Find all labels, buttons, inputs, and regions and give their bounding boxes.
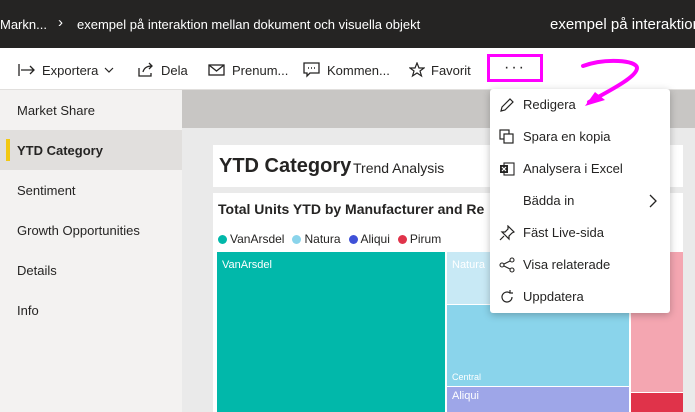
treemap-tile-aliqui[interactable]: Aliqui <box>447 387 629 412</box>
menu-item-analyze-excel[interactable]: Analysera i Excel <box>490 153 670 185</box>
legend-label: Pirum <box>409 232 442 246</box>
treemap-label: VanArsdel <box>222 259 272 271</box>
page-navigation: Market Share YTD Category Sentiment Grow… <box>0 90 182 412</box>
legend: VanArsdel Natura Aliqui Pirum <box>218 232 441 246</box>
share-button[interactable]: Dela <box>137 60 188 80</box>
share-icon <box>138 62 153 77</box>
legend-dot <box>348 234 358 244</box>
chevron-right-icon <box>649 194 657 208</box>
nav-item-label: Details <box>17 262 57 278</box>
mail-icon <box>208 64 225 76</box>
menu-item-label: Spara en kopia <box>523 129 611 144</box>
nav-item-label: Growth Opportunities <box>17 222 140 238</box>
copy-icon <box>499 129 514 144</box>
treemap-label: Aliqui <box>452 390 479 402</box>
export-icon <box>18 64 35 76</box>
pencil-icon <box>500 98 514 112</box>
nav-item-info[interactable]: Info <box>0 290 182 330</box>
menu-item-label: Fäst Live-sida <box>523 225 604 240</box>
nav-item-ytd-category[interactable]: YTD Category <box>0 130 182 170</box>
legend-dot <box>292 234 302 244</box>
legend-label: Aliqui <box>360 232 390 246</box>
legend-item-pirum[interactable]: Pirum <box>397 232 442 246</box>
legend-dot <box>397 234 407 244</box>
export-label: Exportera <box>42 62 99 78</box>
nav-item-growth-opportunities[interactable]: Growth Opportunities <box>0 210 182 250</box>
menu-item-label: Bädda in <box>523 193 575 208</box>
report-subtitle: Trend Analysis <box>353 160 445 176</box>
comments-label: Kommen... <box>327 62 390 78</box>
top-bar: Markn... › exempel på interaktion mellan… <box>0 0 695 48</box>
comment-icon <box>303 62 320 78</box>
menu-item-embed[interactable]: Bädda in <box>490 185 670 217</box>
menu-item-pin-live[interactable]: Fäst Live-sida <box>490 217 670 249</box>
menu-item-label: Analysera i Excel <box>523 161 623 176</box>
more-options-label: ··· <box>504 59 526 76</box>
related-icon <box>499 257 515 273</box>
menu-item-save-copy[interactable]: Spara en kopia <box>490 121 670 153</box>
menu-item-view-related[interactable]: Visa relaterade <box>490 249 670 281</box>
treemap-tile-vanarsdel[interactable]: VanArsdel <box>217 252 445 412</box>
menu-item-refresh[interactable]: Uppdatera <box>490 281 670 313</box>
treemap-tile-pirum-region[interactable] <box>631 393 683 412</box>
comments-button[interactable]: Kommen... <box>303 60 390 80</box>
treemap-label: Central <box>452 372 482 382</box>
treemap-label: Natura <box>452 259 486 271</box>
visual-title: Total Units YTD by Manufacturer and Re <box>218 201 485 217</box>
nav-item-label: Sentiment <box>17 182 76 198</box>
nav-item-label: Market Share <box>17 102 96 118</box>
nav-item-sentiment[interactable]: Sentiment <box>0 170 182 210</box>
favorite-button[interactable]: Favorit <box>409 60 471 80</box>
breadcrumb-report[interactable]: exempel på interaktion mellan dokument o… <box>77 17 420 32</box>
report-title: YTD Category <box>219 155 352 177</box>
excel-icon <box>500 162 515 176</box>
menu-item-label: Visa relaterade <box>523 257 611 272</box>
treemap-tile-central[interactable]: Central <box>447 305 629 386</box>
more-options-button[interactable]: ··· <box>487 54 543 82</box>
legend-label: Natura <box>304 232 341 246</box>
nav-item-label: Info <box>17 302 39 318</box>
annotation-arrow-icon <box>581 59 640 106</box>
favorite-label: Favorit <box>431 62 471 78</box>
subscribe-label: Prenum... <box>232 62 289 78</box>
subscribe-button[interactable]: Prenum... <box>208 60 288 80</box>
refresh-icon <box>501 290 513 303</box>
legend-dot <box>218 234 227 244</box>
nav-item-details[interactable]: Details <box>0 250 182 290</box>
nav-item-label: YTD Category <box>17 142 103 158</box>
share-label: Dela <box>161 62 188 78</box>
report-name: exempel på interaktion <box>550 16 695 33</box>
legend-item-vanarsdel[interactable]: VanArsdel <box>218 232 284 246</box>
nav-item-market-share[interactable]: Market Share <box>0 90 182 130</box>
legend-label: VanArsdel <box>230 232 285 246</box>
export-button[interactable]: Exportera <box>18 60 114 80</box>
more-options-menu: Redigera Spara en kopia Analysera i Exce… <box>490 89 670 313</box>
legend-item-aliqui[interactable]: Aliqui <box>348 232 390 246</box>
menu-item-label: Uppdatera <box>523 289 584 304</box>
chevron-down-icon <box>104 67 114 73</box>
star-icon <box>409 62 425 78</box>
legend-item-natura[interactable]: Natura <box>292 232 341 246</box>
menu-item-label: Redigera <box>523 97 576 112</box>
pin-icon <box>499 225 515 241</box>
breadcrumb-workspace[interactable]: Markn... <box>0 17 47 32</box>
chevron-right-icon: › <box>58 14 63 31</box>
